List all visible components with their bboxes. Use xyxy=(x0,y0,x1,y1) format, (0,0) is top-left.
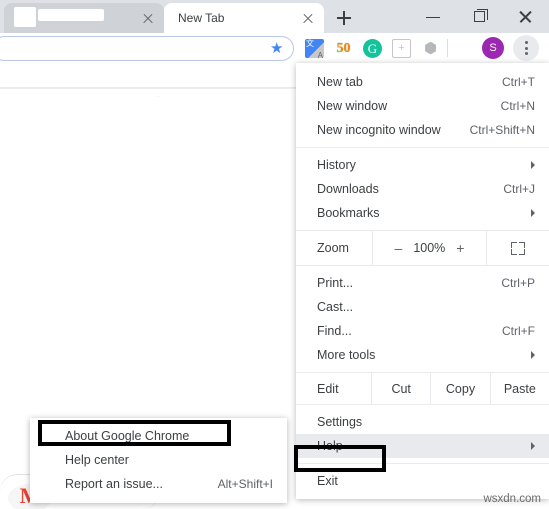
menu-separator xyxy=(296,463,549,464)
submenu-item-label: Help center xyxy=(65,453,129,467)
menu-item-label: Settings xyxy=(317,415,363,429)
maximize-icon[interactable] xyxy=(457,0,503,33)
menu-item-label: New tab xyxy=(317,75,363,89)
menu-item-exit[interactable]: Exit xyxy=(296,469,549,493)
menu-item-settings[interactable]: Settings xyxy=(296,410,549,434)
bookmark-star-icon[interactable]: ★ xyxy=(270,41,283,56)
chevron-right-icon xyxy=(531,442,535,450)
zoom-label: Zoom xyxy=(317,241,349,255)
menu-item-label: Cast... xyxy=(317,300,354,314)
new-tab-button[interactable] xyxy=(331,5,357,31)
toolbar-divider xyxy=(447,39,448,57)
menu-item-label: Bookmarks xyxy=(317,206,380,220)
faint-artifact: ·· xyxy=(155,91,161,101)
zoom-controls: – 100% + xyxy=(372,231,487,265)
document-extension-icon[interactable] xyxy=(392,39,411,58)
google-translate-extension-icon[interactable] xyxy=(305,38,324,60)
menu-item-bookmarks[interactable]: Bookmarks xyxy=(296,201,549,225)
avatar[interactable]: S xyxy=(482,37,504,59)
fullscreen-icon xyxy=(511,241,525,255)
submenu-item-label: Report an issue... xyxy=(65,477,163,491)
menu-item-help[interactable]: Help xyxy=(296,434,549,458)
edit-label: Edit xyxy=(296,373,372,404)
menu-edit-row: Edit Cut Copy Paste xyxy=(296,372,549,405)
menu-item-shortcut: Ctrl+Shift+N xyxy=(469,123,535,137)
cube-extension-icon[interactable]: ⬢ xyxy=(421,39,440,58)
menu-item-new-tab[interactable]: New tab Ctrl+T xyxy=(296,70,549,94)
menu-item-label: New incognito window xyxy=(317,123,441,137)
redaction-overlay xyxy=(14,7,36,27)
chrome-menu-button[interactable] xyxy=(513,35,539,61)
chevron-right-icon xyxy=(531,351,535,359)
sq-extension-icon[interactable]: 50 xyxy=(334,39,353,58)
tab-new-tab-title: New Tab xyxy=(178,11,225,25)
window-close-icon[interactable] xyxy=(503,0,549,33)
menu-item-label: Exit xyxy=(317,474,338,488)
watermark: wsxdn.com xyxy=(483,493,541,505)
menu-item-print[interactable]: Print... Ctrl+P xyxy=(296,271,549,295)
redaction-overlay xyxy=(38,9,104,21)
browser-toolbar: ★ 50 G ⬢ S xyxy=(0,33,549,63)
menu-item-downloads[interactable]: Downloads Ctrl+J xyxy=(296,177,549,201)
submenu-item-label: About Google Chrome xyxy=(65,429,190,443)
copy-button[interactable]: Copy xyxy=(431,373,491,404)
menu-item-label: Downloads xyxy=(317,182,379,196)
menu-item-shortcut: Ctrl+T xyxy=(502,75,535,89)
menu-item-cast[interactable]: Cast... xyxy=(296,295,549,319)
tab-redacted[interactable] xyxy=(4,3,164,33)
menu-separator xyxy=(296,147,549,148)
submenu-item-report-an-issue[interactable]: Report an issue... Alt+Shift+I xyxy=(30,472,287,496)
close-icon[interactable] xyxy=(298,8,318,28)
minimize-icon[interactable] xyxy=(411,0,457,33)
paste-button[interactable]: Paste xyxy=(491,373,549,404)
menu-item-label: Help xyxy=(317,439,343,453)
submenu-item-about-google-chrome[interactable]: About Google Chrome xyxy=(30,424,287,448)
menu-item-label: History xyxy=(317,158,356,172)
close-icon[interactable] xyxy=(138,8,158,28)
zoom-out-button[interactable]: – xyxy=(395,240,403,256)
help-submenu: About Google Chrome Help center Report a… xyxy=(30,418,287,503)
fullscreen-button[interactable] xyxy=(487,231,549,265)
content-divider xyxy=(0,88,296,89)
zoom-level: 100% xyxy=(413,241,446,255)
cut-button[interactable]: Cut xyxy=(372,373,432,404)
chevron-right-icon xyxy=(531,209,535,217)
menu-item-label: New window xyxy=(317,99,388,113)
submenu-item-help-center[interactable]: Help center xyxy=(30,448,287,472)
menu-item-shortcut: Ctrl+F xyxy=(502,324,535,338)
tab-new-tab[interactable]: New Tab xyxy=(164,3,324,33)
zoom-in-button[interactable]: + xyxy=(456,240,464,256)
grammarly-extension-icon[interactable]: G xyxy=(363,39,382,58)
bookmarks-bar xyxy=(0,63,296,88)
chevron-right-icon xyxy=(531,161,535,169)
menu-item-new-window[interactable]: New window Ctrl+N xyxy=(296,94,549,118)
tab-strip: New Tab xyxy=(0,0,549,33)
menu-item-find[interactable]: Find... Ctrl+F xyxy=(296,319,549,343)
menu-item-shortcut: Ctrl+J xyxy=(503,182,535,196)
menu-item-new-incognito-window[interactable]: New incognito window Ctrl+Shift+N xyxy=(296,118,549,142)
chrome-main-menu: New tab Ctrl+T New window Ctrl+N New inc… xyxy=(296,63,549,499)
menu-item-more-tools[interactable]: More tools xyxy=(296,343,549,367)
menu-item-history[interactable]: History xyxy=(296,153,549,177)
menu-item-label: More tools xyxy=(317,348,376,362)
menu-item-shortcut: Ctrl+P xyxy=(501,276,535,290)
browser-window: New Tab ★ 50 G ⬢ S ·· xyxy=(0,0,549,509)
menu-item-label: Print... xyxy=(317,276,354,290)
submenu-item-shortcut: Alt+Shift+I xyxy=(217,477,273,491)
menu-item-label: Find... xyxy=(317,324,352,338)
window-controls xyxy=(411,0,549,33)
menu-item-shortcut: Ctrl+N xyxy=(500,99,535,113)
menu-zoom-row: Zoom – 100% + xyxy=(296,230,549,266)
address-bar[interactable] xyxy=(0,36,294,61)
